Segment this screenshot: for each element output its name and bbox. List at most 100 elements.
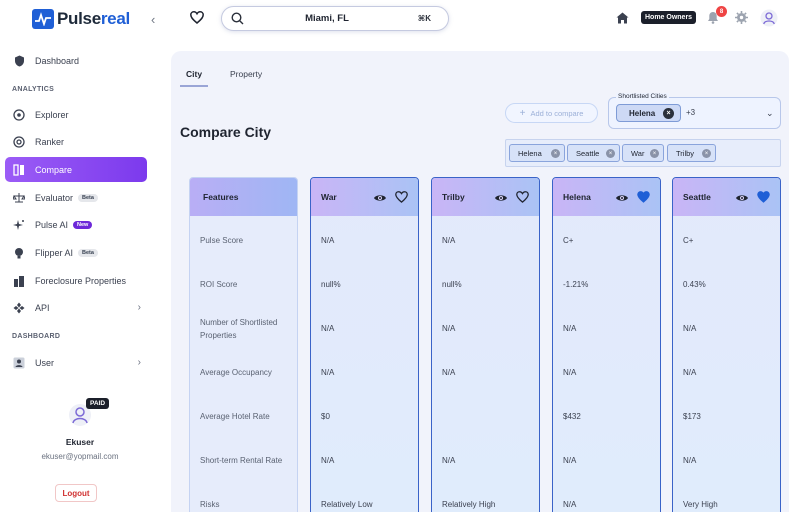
features-column: Features Pulse Score ROI Score Number of… [189,177,298,512]
compare-chip-label: Seattle [576,148,600,158]
brand-logo[interactable]: Pulsereal [32,9,130,29]
close-icon[interactable]: × [702,149,711,158]
tab-city[interactable]: City [186,69,202,79]
brand-name: Pulsereal [57,9,130,28]
tab-property[interactable]: Property [230,69,262,79]
city-value: N/A [563,324,577,333]
search-bar[interactable]: Miami, FL ⌘K [221,6,449,31]
sidebar-item-label: Foreclosure Properties [35,275,127,286]
logout-button[interactable]: Logout [55,484,97,502]
eye-icon[interactable] [494,190,508,208]
city-value: N/A [321,368,335,377]
gear-icon[interactable] [735,11,748,29]
city-value: $173 [683,412,701,421]
sidebar-item-api[interactable]: API › [5,295,147,320]
active-tab-indicator [180,85,208,87]
feature-label: Average Hotel Rate [200,412,270,421]
sidebar-item-label: Explorer [35,109,69,120]
buildings-icon [13,275,25,287]
city-value: N/A [321,236,335,245]
add-to-compare-button[interactable]: + Add to compare [505,103,598,123]
feature-label: Short-term Rental Rate [200,456,283,465]
pulse-logo-icon [32,9,54,29]
close-icon[interactable]: × [650,149,659,158]
sidebar-item-label: API [35,302,50,313]
city-value: N/A [563,500,577,509]
plus-icon: + [519,107,526,119]
notification-count-badge: 8 [716,6,727,17]
close-icon[interactable]: × [551,149,560,158]
city-value: N/A [683,368,697,377]
compare-chip[interactable]: Seattle × [567,144,620,162]
city-value: N/A [442,456,456,465]
city-value: Very High [683,500,718,509]
profile-card [0,397,160,427]
city-column-helena: Helena C+ -1.21% N/A N/A $432 N/A N/A [552,177,661,512]
sidebar-item-label: Evaluator [35,192,74,203]
city-value: Relatively Low [321,500,373,509]
compare-chip-label: Helena [518,148,542,158]
city-value: C+ [563,236,574,245]
user-card-icon [13,357,25,369]
sidebar-item-ranker[interactable]: Ranker [5,129,147,154]
sidebar-item-label: Flipper AI [35,247,74,258]
city-value: N/A [563,456,577,465]
feature-label: Average Occupancy [200,368,272,377]
sidebar-item-dashboard[interactable]: Dashboard [5,48,147,73]
city-value: $432 [563,412,581,421]
search-input[interactable]: Miami, FL [222,13,432,24]
compare-chip-label: War [631,148,645,158]
city-name: Seattle [683,192,711,202]
beta-badge: Beta [78,193,98,202]
sidebar-item-user[interactable]: User › [5,350,147,375]
favorite-heart-filled-icon[interactable] [757,190,770,208]
chevron-down-icon[interactable]: ⌄ [766,108,774,119]
lightbulb-icon [13,247,25,259]
sidebar-item-pulse-ai[interactable]: Pulse AI New [5,212,147,237]
favorite-heart-filled-icon[interactable] [637,190,650,208]
eye-icon[interactable] [615,190,629,208]
city-value: -1.21% [563,280,589,289]
feature-label: Number of Shortlisted Properties [200,318,278,340]
city-value: N/A [321,324,335,333]
close-icon[interactable]: × [663,108,674,119]
chevron-right-icon: › [137,302,141,313]
compass-icon [13,108,25,121]
sidebar-item-evaluator[interactable]: Evaluator Beta [5,185,147,210]
plan-badge: PAID [86,398,110,409]
favorite-heart-icon[interactable] [516,190,529,208]
new-badge: New [73,220,93,229]
sidebar-item-label: Dashboard [35,55,80,66]
compare-chip[interactable]: Helena × [509,144,565,162]
search-shortcut-hint: ⌘K [417,14,431,23]
sidebar: Pulsereal ‹ Dashboard ANALYTICS Explorer… [0,0,160,512]
beta-badge: Beta [78,248,98,257]
home-owners-button[interactable]: Home Owners [641,11,697,24]
sidebar-item-compare[interactable]: Compare [5,157,147,182]
sidebar-item-label: User [35,357,55,368]
shortlist-chip[interactable]: Helena × [616,104,681,122]
compare-chip[interactable]: Trilby × [667,144,716,162]
more-count: +3 [686,108,696,117]
favorites-heart-icon[interactable] [190,11,204,29]
eye-icon[interactable] [735,190,749,208]
close-icon[interactable]: × [606,149,615,158]
sidebar-item-label: Compare [35,164,73,175]
user-profile-icon[interactable] [760,9,778,32]
sidebar-item-flipper-ai[interactable]: Flipper AI Beta [5,240,147,265]
city-value: N/A [442,368,456,377]
city-value: N/A [563,368,577,377]
eye-icon[interactable] [373,190,387,208]
city-column-war: War N/A null% N/A N/A $0 N/A Relatively … [310,177,419,512]
compare-chip[interactable]: War × [622,144,664,162]
collapse-sidebar-chevron-icon[interactable]: ‹ [151,12,155,27]
city-value: N/A [442,236,456,245]
sidebar-item-explorer[interactable]: Explorer [5,102,147,127]
scale-icon [13,192,25,204]
favorite-heart-icon[interactable] [395,190,408,208]
sidebar-item-foreclosure-properties[interactable]: Foreclosure Properties [5,268,147,293]
shield-icon [13,55,25,67]
add-to-compare-label: Add to compare [530,108,584,118]
feature-label: ROI Score [200,280,238,289]
home-icon[interactable] [616,11,629,29]
